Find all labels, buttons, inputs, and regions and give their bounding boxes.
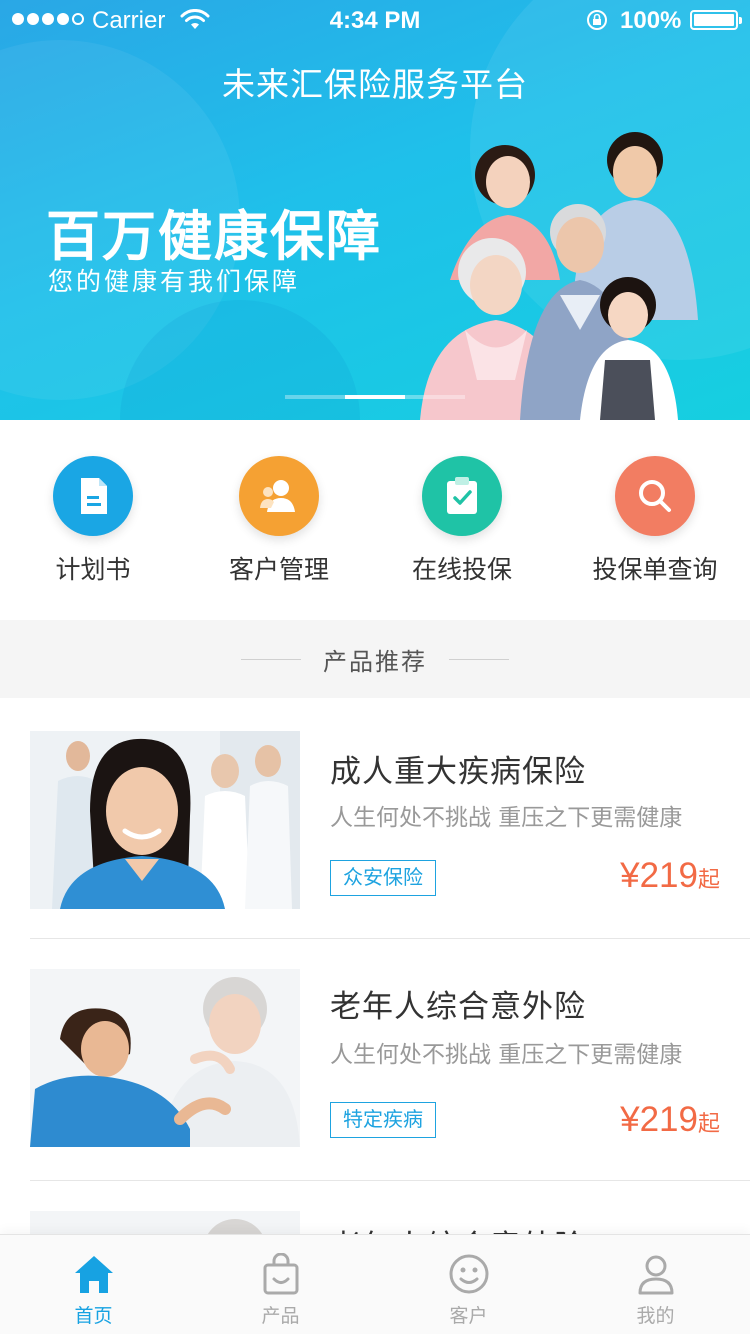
tab-products[interactable]: 产品 (187, 1235, 374, 1334)
tab-me[interactable]: 我的 (562, 1235, 749, 1334)
product-name: 成人重大疾病保险 (330, 754, 586, 790)
divider-line (449, 658, 509, 660)
search-icon (615, 456, 695, 536)
price-amount: ¥219 (620, 856, 698, 895)
carousel-dot[interactable] (405, 395, 465, 399)
product-image (30, 731, 300, 909)
status-bar: Carrier 4:34 PM 100% (0, 0, 750, 40)
divider-line (241, 658, 301, 660)
action-customer-management[interactable]: 客户管理 (189, 456, 369, 586)
carousel-dot[interactable] (285, 395, 345, 399)
action-label: 客户管理 (228, 555, 329, 584)
product-description: 人生何处不挑战 重压之下更需健康 (330, 1042, 683, 1068)
price-suffix: 起 (697, 1112, 720, 1137)
shopping-bag-icon (263, 1253, 299, 1295)
tab-customers[interactable]: 客户 (375, 1235, 562, 1334)
action-label: 投保单查询 (592, 555, 718, 584)
section-title: 产品推荐 (323, 647, 427, 676)
price-amount: ¥219 (620, 1100, 698, 1139)
banner[interactable]: Carrier 4:34 PM 100% 未来汇保险服务平台 百万健康保障 您的… (0, 0, 750, 420)
user-icon (239, 456, 319, 536)
page-title: 未来汇保险服务平台 (222, 65, 528, 104)
product-name: 老年人综合意外险 (330, 989, 586, 1025)
insurer-badge: 特定疾病 (330, 1102, 436, 1138)
profile-icon (638, 1255, 674, 1295)
tab-label: 首页 (74, 1305, 113, 1327)
product-image (30, 969, 300, 1147)
battery-percentage: 100% (620, 7, 682, 34)
product-description: 人生何处不挑战 重压之下更需健康 (330, 805, 683, 831)
tab-bar: 首页 产品 客户 我的 (0, 1234, 750, 1334)
product-price: ¥219起 (620, 1100, 720, 1140)
home-icon (75, 1256, 113, 1293)
tab-label: 我的 (636, 1305, 675, 1327)
smiley-icon (449, 1254, 489, 1294)
carousel-indicator[interactable] (285, 395, 465, 399)
tab-home[interactable]: 首页 (0, 1235, 187, 1334)
product-price: ¥219起 (620, 856, 720, 896)
action-label: 计划书 (55, 555, 131, 584)
clipboard-check-icon (422, 456, 502, 536)
product-card[interactable]: 成人重大疾病保险 人生何处不挑战 重压之下更需健康 众安保险 ¥219起 (0, 698, 750, 938)
action-label: 在线投保 (411, 555, 512, 584)
rotation-lock-icon (587, 10, 607, 30)
section-header: 产品推荐 (0, 620, 750, 698)
price-suffix: 起 (697, 868, 720, 893)
quick-actions: 计划书 客户管理 在线投保 投保单查询 (0, 420, 750, 620)
banner-headline: 百万健康保障 (46, 205, 382, 268)
product-card[interactable]: 老年人综合意外险 人生何处不挑战 重压之下更需健康 特定疾病 ¥219起 (0, 939, 750, 1180)
family-photo (420, 132, 698, 420)
battery-icon (690, 10, 742, 30)
document-icon (53, 456, 133, 536)
carousel-dot-active[interactable] (345, 395, 405, 399)
tab-label: 客户 (449, 1305, 488, 1327)
action-online-insure[interactable]: 在线投保 (372, 456, 552, 586)
action-plan-book[interactable]: 计划书 (3, 456, 183, 586)
insurer-badge: 众安保险 (330, 860, 436, 896)
product-card[interactable]: 老年人综合意外险 (0, 1181, 750, 1241)
tab-label: 产品 (261, 1305, 300, 1327)
action-policy-query[interactable]: 投保单查询 (565, 456, 745, 586)
banner-subtitle: 您的健康有我们保障 (48, 267, 301, 296)
